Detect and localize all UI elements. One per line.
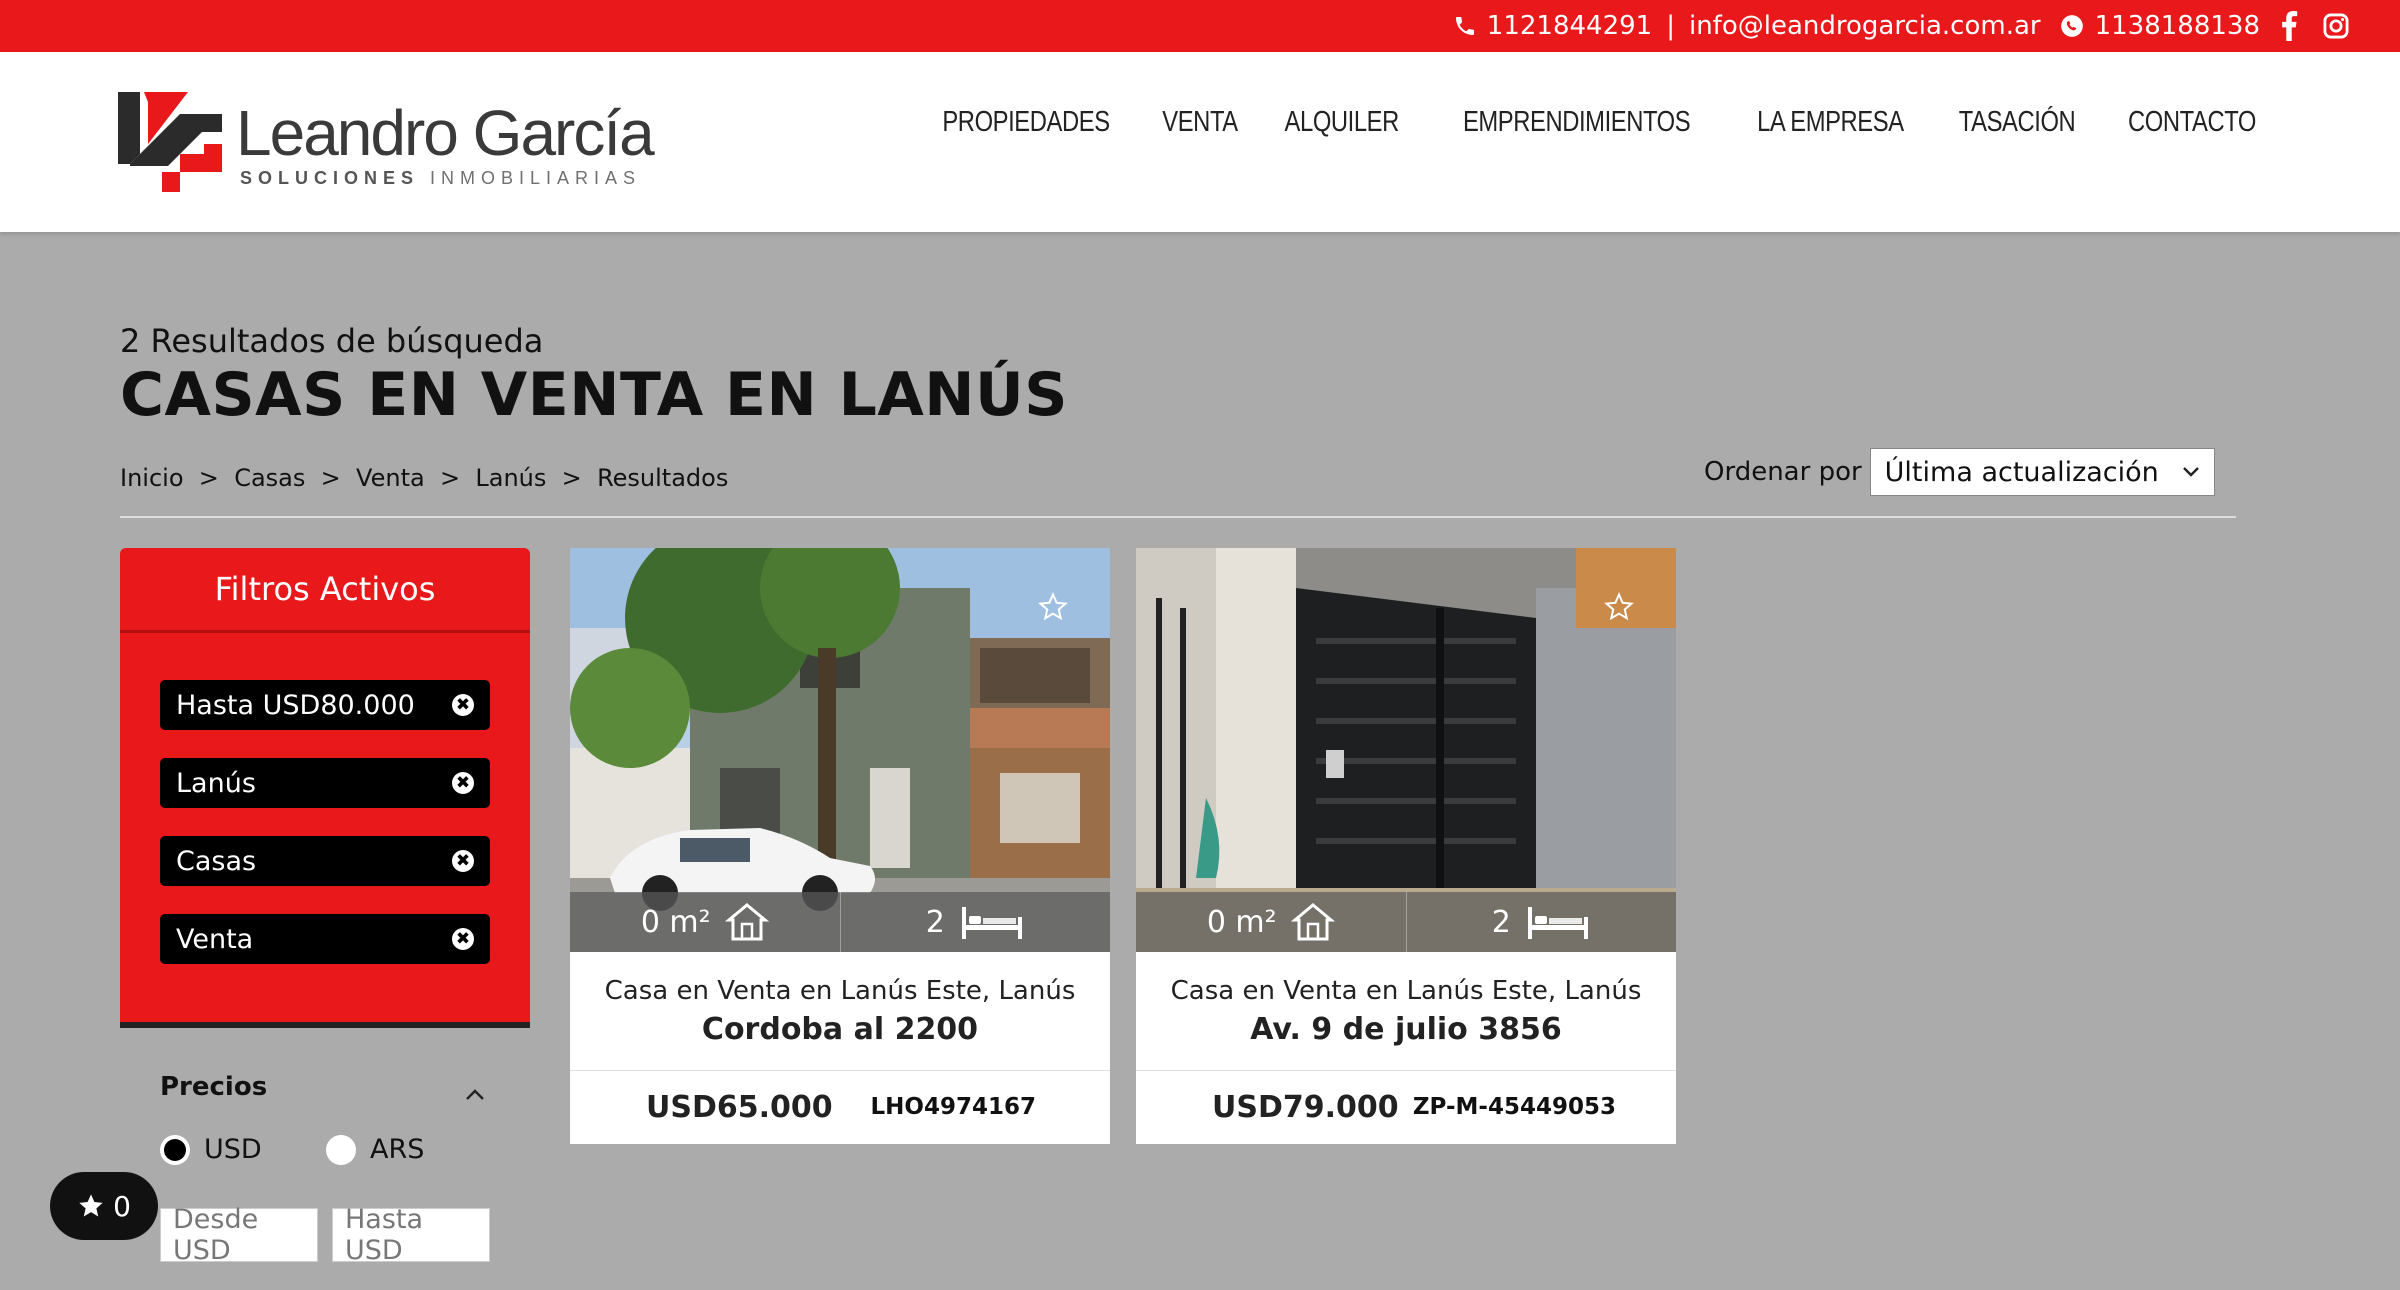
results-count: 2 Resultados de búsqueda (120, 322, 544, 360)
area-stat: 0 m² (1136, 892, 1406, 952)
remove-filter-icon[interactable]: ✖ (452, 694, 474, 716)
favorites-button[interactable]: 0 (50, 1172, 158, 1240)
contact-info: 1121844291 | info@leandrogarcia.com.ar 1… (1453, 0, 2350, 52)
instagram-icon[interactable] (2322, 12, 2350, 40)
site-header: Leandro García SOLUCIONES INMOBILIARIAS … (0, 52, 2400, 232)
bed-icon (961, 907, 1022, 939)
breadcrumb-resultados: Resultados (597, 464, 729, 492)
favorites-count: 0 (113, 1189, 131, 1223)
brand-name: Leandro García (236, 97, 655, 169)
sort-label: Ordenar por (1704, 457, 1862, 487)
favorite-star-icon[interactable] (1604, 592, 1634, 622)
property-info: Casa en Venta en Lanús Este, Lanús Av. 9… (1136, 952, 1676, 1071)
nav-propiedades[interactable]: PROPIEDADES (943, 106, 1111, 139)
phone-link[interactable]: 1121844291 (1487, 11, 1652, 41)
property-location: Casa en Venta en Lanús Este, Lanús (604, 976, 1076, 1006)
favorite-star-icon[interactable] (1038, 592, 1068, 622)
active-filters-panel: Filtros Activos Hasta USD80.000 ✖ Lanús … (120, 548, 530, 1028)
property-stats: 0 m² 2 (1136, 892, 1676, 952)
house-icon (1290, 903, 1335, 941)
property-code: ZP-M-45449053 (1412, 1094, 1616, 1120)
chevron-down-icon (2182, 467, 2199, 477)
sort-selected-value: Última actualización (1884, 456, 2159, 488)
currency-radio-usd[interactable]: USD (160, 1134, 262, 1165)
radio-button[interactable] (326, 1134, 356, 1165)
price-to-input[interactable]: Hasta USD (332, 1204, 490, 1266)
star-icon (79, 1194, 103, 1217)
breadcrumb-separator: > (320, 464, 341, 492)
property-card[interactable]: 0 m² 2 Casa en Venta en Lanús Este, Lanú… (570, 548, 1110, 1144)
radio-label: ARS (370, 1134, 425, 1165)
sort-select[interactable]: Última actualización (1869, 448, 2215, 496)
brand-tagline: SOLUCIONES INMOBILIARIAS (240, 168, 642, 188)
breadcrumb-casas[interactable]: Casas (234, 464, 305, 492)
filter-chip-operation[interactable]: Venta ✖ (160, 914, 490, 964)
filters-title: Filtros Activos (120, 548, 530, 633)
price-from-input[interactable]: Desde USD (160, 1204, 318, 1266)
property-footer: USD65.000 LHO4974167 (570, 1070, 1110, 1144)
chevron-up-icon[interactable] (464, 1088, 486, 1102)
nav-la-empresa[interactable]: LA EMPRESA (1757, 106, 1904, 139)
area-value: 0 m² (1206, 904, 1277, 940)
logo-mark-icon (118, 92, 222, 192)
filter-chip-location[interactable]: Lanús ✖ (160, 758, 490, 808)
property-address[interactable]: Cordoba al 2200 (570, 1012, 1110, 1047)
brand-logo[interactable]: Leandro García SOLUCIONES INMOBILIARIAS (118, 92, 655, 202)
bed-icon (1527, 907, 1588, 939)
filter-chip-price[interactable]: Hasta USD80.000 ✖ (160, 680, 490, 730)
whatsapp-icon (2059, 13, 2085, 39)
separator: | (1666, 11, 1675, 41)
nav-contacto[interactable]: CONTACTO (2128, 106, 2256, 139)
page-title: CASAS EN VENTA EN LANÚS (120, 360, 1068, 430)
breadcrumb-separator: > (198, 464, 219, 492)
remove-filter-icon[interactable]: ✖ (452, 928, 474, 950)
property-location: Casa en Venta en Lanús Este, Lanús (1170, 976, 1642, 1006)
facebook-icon[interactable] (2280, 11, 2298, 41)
property-price: USD79.000 (1212, 1089, 1399, 1125)
filters-bottom-border (120, 1022, 530, 1028)
house-icon (724, 903, 769, 941)
area-stat: 0 m² (570, 892, 840, 952)
top-contact-bar: 1121844291 | info@leandrogarcia.com.ar 1… (0, 0, 2400, 52)
nav-tasacion[interactable]: TASACIÓN (1959, 106, 2076, 139)
nav-emprendimientos[interactable]: EMPRENDIMIENTOS (1463, 106, 1691, 139)
area-value: 0 m² (640, 904, 711, 940)
breadcrumb-separator: > (439, 464, 461, 492)
property-address[interactable]: Av. 9 de julio 3856 (1136, 1012, 1676, 1047)
property-card[interactable]: 0 m² 2 Casa en Venta en Lanús Este, Lanú… (1136, 548, 1676, 1144)
main-nav: PROPIEDADES VENTA ALQUILER EMPRENDIMIENT… (924, 92, 2270, 152)
phone-icon (1453, 14, 1477, 38)
property-info: Casa en Venta en Lanús Este, Lanús Cordo… (570, 952, 1110, 1071)
bedrooms-value: 2 (925, 904, 945, 940)
breadcrumb: Inicio > Casas > Venta > Lanús > Resulta… (120, 464, 728, 492)
whatsapp-link[interactable]: 1138188138 (2095, 11, 2260, 41)
filter-chip-label: Hasta USD80.000 (176, 689, 415, 721)
email-link[interactable]: info@leandrogarcia.com.ar (1689, 11, 2041, 41)
remove-filter-icon[interactable]: ✖ (452, 772, 474, 794)
remove-filter-icon[interactable]: ✖ (452, 850, 474, 872)
sort-control: Ordenar por Última actualización (1704, 448, 2215, 496)
property-code: LHO4974167 (870, 1094, 1036, 1120)
bedrooms-value: 2 (1491, 904, 1511, 940)
currency-radio-ars[interactable]: ARS (326, 1134, 424, 1165)
bedrooms-stat: 2 (839, 892, 1111, 952)
breadcrumb-inicio[interactable]: Inicio (120, 464, 184, 492)
radio-button-selected[interactable] (160, 1134, 190, 1165)
filter-chip-label: Venta (176, 923, 254, 955)
breadcrumb-lanus[interactable]: Lanús (475, 464, 546, 492)
bedrooms-stat: 2 (1405, 892, 1677, 952)
nav-venta[interactable]: VENTA (1163, 106, 1239, 139)
radio-label: USD (204, 1134, 262, 1165)
nav-alquiler[interactable]: ALQUILER (1285, 106, 1400, 139)
property-footer: USD79.000 ZP-M-45449053 (1136, 1070, 1676, 1144)
filter-chip-label: Casas (176, 845, 257, 877)
filter-chip-label: Lanús (176, 767, 256, 799)
prices-section-label: Precios (160, 1072, 268, 1102)
property-stats: 0 m² 2 (570, 892, 1110, 952)
filter-chip-type[interactable]: Casas ✖ (160, 836, 490, 886)
property-price: USD65.000 (646, 1089, 833, 1125)
breadcrumb-venta[interactable]: Venta (356, 464, 425, 492)
breadcrumb-separator: > (561, 464, 582, 492)
divider (120, 516, 2236, 518)
